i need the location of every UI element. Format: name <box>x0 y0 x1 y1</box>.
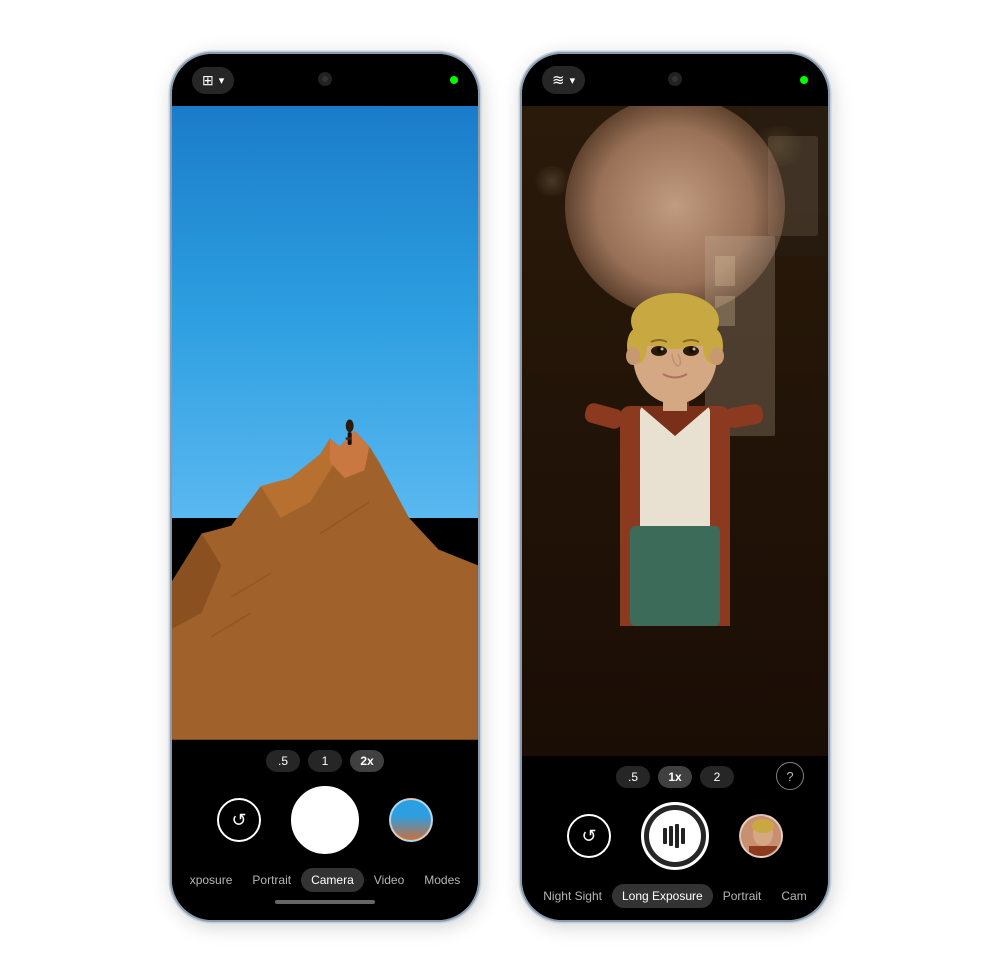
viewfinder-right[interactable] <box>522 106 828 756</box>
mode-selector-left[interactable]: ⊞ ▾ <box>192 67 234 94</box>
mode-label-left: ▾ <box>219 74 225 87</box>
help-icon: ? <box>776 762 804 790</box>
top-bar-left: ⊞ ▾ <box>172 54 478 106</box>
mode-portrait-right[interactable]: Portrait <box>713 884 772 908</box>
flip-camera-btn-left[interactable]: ↺ <box>217 798 261 842</box>
camera-mode-icon: ⊞ <box>202 72 214 89</box>
mode-label-right: ▾ <box>570 74 576 87</box>
flip-icon-right: ↺ <box>581 826 596 847</box>
top-bar-right: ≋ ▾ <box>522 54 828 106</box>
bottom-controls-left: .5 1 2x ↺ xposure Portrait Camera Video … <box>172 740 478 920</box>
rock-formation <box>172 391 478 740</box>
thumbnail-left[interactable] <box>389 798 433 842</box>
zoom-05-left[interactable]: .5 <box>266 750 300 772</box>
nightsight-mode-icon: ≋ <box>552 71 565 89</box>
shutter-btn-right[interactable] <box>641 802 709 870</box>
bottom-controls-right: .5 1x 2 ? ↺ <box>522 756 828 920</box>
zoom-controls-right: .5 1x 2 <box>616 766 734 788</box>
longexp-shutter-inner <box>649 810 701 862</box>
mode-nightsight-right[interactable]: Night Sight <box>533 884 612 908</box>
mode-video-left[interactable]: Video <box>364 868 414 892</box>
zoom-row-right: .5 1x 2 ? <box>522 756 828 796</box>
mode-longexposure-right[interactable]: Long Exposure <box>612 884 713 908</box>
help-btn-right[interactable]: ? <box>776 762 814 790</box>
home-indicator-left <box>275 900 375 904</box>
mode-camera-left[interactable]: Camera <box>301 868 364 892</box>
portrait-svg <box>575 236 775 626</box>
front-camera-right <box>668 72 682 86</box>
thumbnail-preview-right <box>741 816 783 858</box>
phone-right: ≋ ▾ <box>520 52 830 922</box>
mode-selector-right[interactable]: ≋ ▾ <box>542 66 585 94</box>
status-indicator-left <box>450 76 458 84</box>
person-figure <box>522 106 828 756</box>
modes-strip-right: Night Sight Long Exposure Portrait Cam <box>522 876 828 912</box>
flip-icon-left: ↺ <box>231 810 246 831</box>
mode-cam-right[interactable]: Cam <box>771 884 816 908</box>
shutter-row-right: ↺ <box>522 796 828 876</box>
thumbnail-right[interactable] <box>739 814 783 858</box>
flip-camera-btn-right[interactable]: ↺ <box>567 814 611 858</box>
shutter-row-left: ↺ <box>172 780 478 860</box>
modes-strip-left: xposure Portrait Camera Video Modes <box>172 860 478 896</box>
front-camera-left <box>318 72 332 86</box>
zoom-1x-right[interactable]: 1x <box>658 766 692 788</box>
status-indicator-right <box>800 76 808 84</box>
longexp-icon-svg <box>661 822 689 850</box>
shutter-btn-left[interactable] <box>291 786 359 854</box>
zoom-1-left[interactable]: 1 <box>308 750 342 772</box>
zoom-2x-left[interactable]: 2x <box>350 750 384 772</box>
phone-left: ⊞ ▾ <box>170 52 480 922</box>
scene-landscape <box>172 106 478 740</box>
zoom-05-right[interactable]: .5 <box>616 766 650 788</box>
zoom-controls-left: .5 1 2x <box>172 740 478 780</box>
scene-portrait <box>522 106 828 756</box>
zoom-2-right[interactable]: 2 <box>700 766 734 788</box>
mode-modes-left[interactable]: Modes <box>414 868 470 892</box>
viewfinder-left[interactable] <box>172 106 478 740</box>
mode-exposure-left[interactable]: xposure <box>180 868 243 892</box>
mode-portrait-left[interactable]: Portrait <box>242 868 301 892</box>
